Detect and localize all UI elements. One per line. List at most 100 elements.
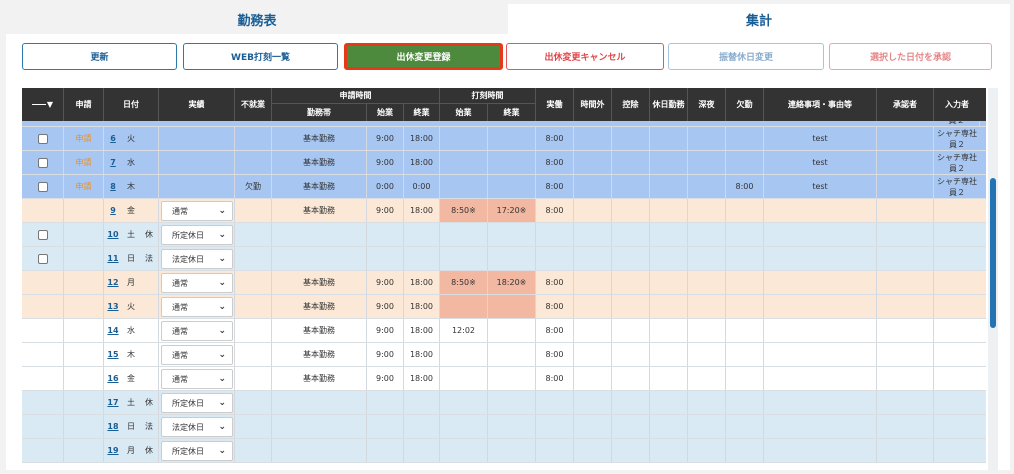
stamp-end-cell: [488, 223, 536, 246]
table-row[interactable]: 18 日法 法定休日 ⌄: [22, 415, 986, 439]
date-link[interactable]: 14: [104, 319, 122, 342]
date-link[interactable]: 17: [104, 391, 122, 414]
actual-select[interactable]: 法定休日 ⌄: [161, 417, 233, 437]
entered-by-cell: [934, 247, 980, 270]
actual-select[interactable]: 通常 ⌄: [161, 273, 233, 293]
header-overtime: 時間外: [574, 88, 612, 121]
overtime-cell: [574, 439, 612, 462]
deduction-cell: [612, 223, 650, 246]
end-time-cell: 18:00: [404, 295, 440, 318]
date-link[interactable]: 19: [104, 439, 122, 462]
header-holiday-work: 休日勤務: [650, 88, 688, 121]
update-button[interactable]: 更新: [22, 43, 177, 70]
deduction-cell: [612, 415, 650, 438]
actual-select-value: 通常: [172, 302, 188, 312]
stamp-end-cell: [488, 415, 536, 438]
table-row[interactable]: 14 水 通常 ⌄ 基本勤務 9:00 18:00 12:02 8:00: [22, 319, 986, 343]
table-row[interactable]: 17 土休 所定休日 ⌄: [22, 391, 986, 415]
actual-select[interactable]: 所定休日 ⌄: [161, 225, 233, 245]
row-checkbox-cell: [22, 247, 64, 270]
actual-select[interactable]: 通常 ⌄: [161, 345, 233, 365]
chevron-down-icon: ⌄: [218, 326, 226, 336]
overtime-cell: [574, 343, 612, 366]
substitute-holiday-change-button[interactable]: 振替休日変更: [668, 43, 824, 70]
shift-cell: 基本勤務: [272, 127, 367, 150]
header-worked: 実働: [536, 88, 574, 121]
vertical-scrollbar[interactable]: [988, 88, 998, 470]
row-checkbox[interactable]: [37, 253, 48, 264]
date-link[interactable]: 13: [104, 295, 122, 318]
notes-cell: [764, 295, 877, 318]
header-late-night: 深夜: [688, 88, 726, 121]
date-link[interactable]: 11: [104, 247, 122, 270]
deduction-cell: [612, 151, 650, 174]
web-stamp-list-button[interactable]: WEB打刻一覧: [183, 43, 338, 70]
table-row[interactable]: 13 火 通常 ⌄ 基本勤務 9:00 18:00 8:00: [22, 295, 986, 319]
row-checkbox[interactable]: [37, 229, 48, 240]
actual-select[interactable]: 通常 ⌄: [161, 321, 233, 341]
header-stamp-time: 打刻時間: [440, 88, 536, 104]
table-row[interactable]: 9 金 通常 ⌄ 基本勤務 9:00 18:00 8:50※ 17:20※ 8:00: [22, 199, 986, 223]
tab-timesheet[interactable]: 勤務表: [6, 4, 508, 34]
notes-cell: [764, 439, 877, 462]
table-row[interactable]: 12 月 通常 ⌄ 基本勤務 9:00 18:00 8:50※ 18:20※ 8:00: [22, 271, 986, 295]
actual-select[interactable]: 通常 ⌄: [161, 201, 233, 221]
table-row[interactable]: 10 土休 所定休日 ⌄: [22, 223, 986, 247]
date-link[interactable]: 16: [104, 367, 122, 390]
date-link[interactable]: 7: [104, 151, 122, 174]
actual-select[interactable]: 所定休日 ⌄: [161, 441, 233, 461]
date-link[interactable]: 12: [104, 271, 122, 294]
leave-change-register-button[interactable]: 出休変更登録: [344, 43, 503, 70]
late-night-cell: [688, 247, 726, 270]
approver-cell: [877, 151, 934, 174]
start-time-cell: 9:00: [367, 343, 404, 366]
date-link[interactable]: 18: [104, 415, 122, 438]
table-row[interactable]: 申請 7 水 基本勤務 9:00 18:00 8:00 test シャチ専社 員２: [22, 151, 986, 175]
actual-select-value: 通常: [172, 278, 188, 288]
overtime-cell: [574, 223, 612, 246]
approver-cell: [877, 295, 934, 318]
scrollbar-thumb[interactable]: [990, 178, 996, 328]
actual-select[interactable]: 所定休日 ⌄: [161, 393, 233, 413]
end-time-cell: 18:00: [404, 199, 440, 222]
row-checkbox[interactable]: [37, 133, 48, 144]
approver-cell: [877, 415, 934, 438]
date-link[interactable]: 8: [104, 175, 122, 198]
row-checkbox[interactable]: [37, 181, 48, 192]
start-time-cell: 9:00: [367, 271, 404, 294]
actual-select[interactable]: 法定休日 ⌄: [161, 249, 233, 269]
actual-cell: 所定休日 ⌄: [159, 439, 235, 462]
actual-select[interactable]: 通常 ⌄: [161, 297, 233, 317]
header-request: 申請: [64, 88, 104, 121]
holiday-work-cell: [650, 247, 688, 270]
stamp-end-cell: [488, 127, 536, 150]
absent-hours-cell: [726, 367, 764, 390]
deduction-cell: [612, 391, 650, 414]
late-night-cell: [688, 151, 726, 174]
table-row[interactable]: 申請 8 木欠勤 基本勤務 0:00 0:00 8:00 8:00 test シャチ専社 員２: [22, 175, 986, 199]
table-row[interactable]: 11 日法 法定休日 ⌄: [22, 247, 986, 271]
shift-cell: 基本勤務: [272, 295, 367, 318]
date-link[interactable]: 15: [104, 343, 122, 366]
date-link[interactable]: 9: [104, 199, 122, 222]
tab-summary[interactable]: 集計: [508, 4, 1010, 34]
stamp-start-cell: 12:02: [440, 319, 488, 342]
date-link[interactable]: 10: [104, 223, 122, 246]
late-night-cell: [688, 199, 726, 222]
overtime-cell: [574, 199, 612, 222]
stamp-end-cell: [488, 247, 536, 270]
approve-selected-dates-button[interactable]: 選択した日付を承認: [829, 43, 992, 70]
leave-change-cancel-button[interactable]: 出休変更キャンセル: [506, 43, 664, 70]
actual-select[interactable]: 通常 ⌄: [161, 369, 233, 389]
select-all-toggle[interactable]: ▼: [22, 88, 64, 121]
request-status-cell: [64, 415, 104, 438]
table-row[interactable]: 申請 6 火 基本勤務 9:00 18:00 8:00 test シャチ専社 員２: [22, 127, 986, 151]
date-link[interactable]: 6: [104, 127, 122, 150]
overtime-cell: [574, 319, 612, 342]
table-row[interactable]: 16 金 通常 ⌄ 基本勤務 9:00 18:00 8:00: [22, 367, 986, 391]
entered-by-line: シャチ専社: [937, 128, 977, 138]
stamp-start-cell: 8:50※: [440, 271, 488, 294]
table-row[interactable]: 19 月休 所定休日 ⌄: [22, 439, 986, 463]
table-row[interactable]: 15 木 通常 ⌄ 基本勤務 9:00 18:00 8:00: [22, 343, 986, 367]
row-checkbox[interactable]: [37, 157, 48, 168]
